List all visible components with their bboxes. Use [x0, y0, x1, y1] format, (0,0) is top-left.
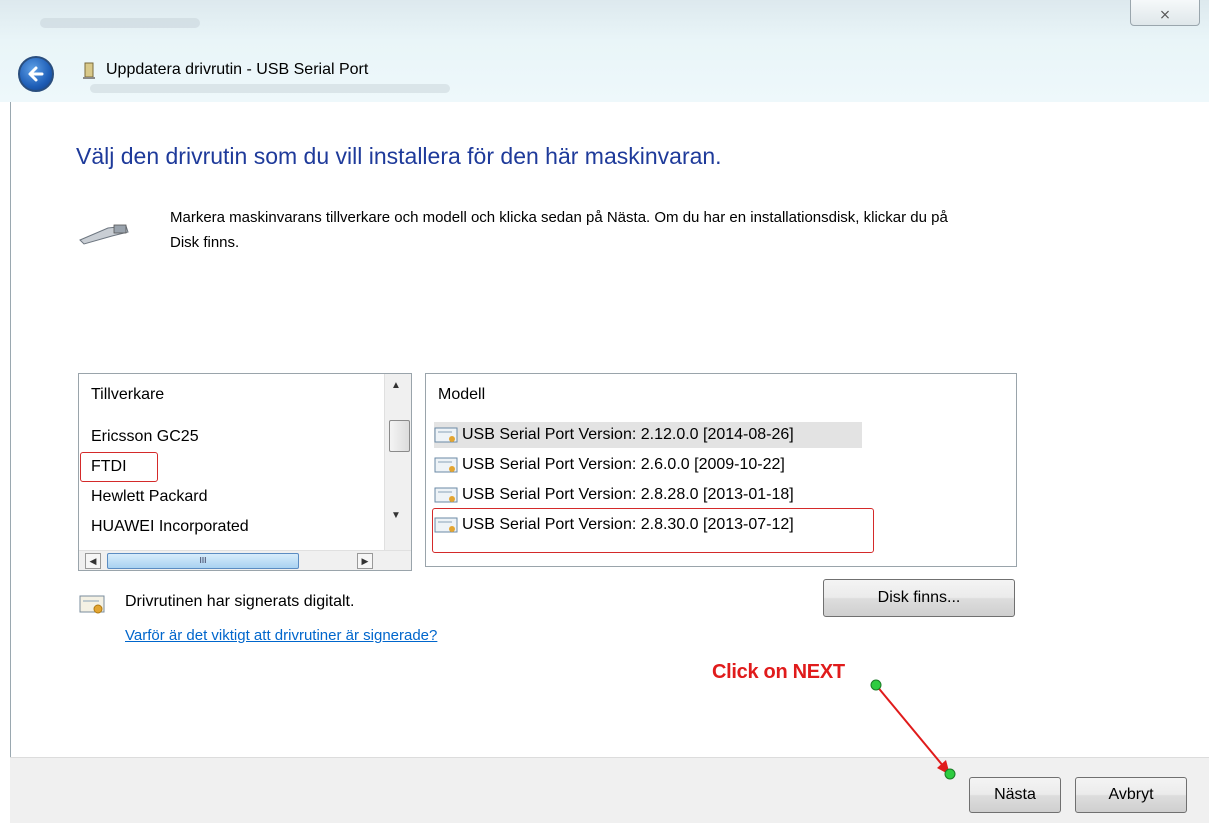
scroll-thumb[interactable]: [389, 420, 410, 452]
back-arrow-icon: [28, 66, 44, 82]
model-item[interactable]: USB Serial Port Version: 2.6.0.0 [2009-1…: [434, 452, 862, 478]
title-bar: [0, 0, 1209, 102]
scroll-right-icon[interactable]: ▶: [357, 553, 373, 569]
signed-status-text: Drivrutinen har signerats digitalt.: [125, 593, 355, 610]
certificate-icon: [434, 487, 458, 503]
vertical-scrollbar[interactable]: ▲ ▼: [384, 374, 411, 550]
close-icon: ⨯: [1159, 6, 1171, 22]
have-disk-button[interactable]: Disk finns...: [823, 579, 1015, 617]
device-icon: [83, 62, 95, 79]
scroll-down-icon[interactable]: ▼: [391, 510, 401, 521]
annotation-text: Click on NEXT: [712, 661, 845, 683]
next-button[interactable]: Nästa: [969, 777, 1061, 813]
close-button[interactable]: ⨯: [1130, 0, 1200, 26]
page-heading: Välj den drivrutin som du vill installer…: [76, 143, 722, 169]
back-button[interactable]: [18, 56, 54, 92]
model-header: Modell: [438, 386, 486, 403]
certificate-icon: [79, 595, 105, 614]
horizontal-scrollbar[interactable]: ◀ III ▶: [79, 550, 411, 570]
cable-icon: [79, 224, 129, 245]
scroll-up-icon[interactable]: ▲: [391, 380, 401, 391]
cancel-button[interactable]: Avbryt: [1075, 777, 1187, 813]
background-blur: [40, 18, 200, 28]
model-item[interactable]: USB Serial Port Version: 2.8.28.0 [2013-…: [434, 482, 862, 508]
highlight-ftdi: [80, 452, 158, 482]
highlight-model: [432, 508, 874, 553]
instruction-text: Markera maskinvarans tillverkare och mod…: [170, 209, 948, 251]
certificate-icon: [434, 457, 458, 473]
model-label: USB Serial Port Version: 2.12.0.0 [2014-…: [462, 426, 794, 443]
manufacturer-item[interactable]: HUAWEI Incorporated: [91, 518, 249, 536]
model-item[interactable]: USB Serial Port Version: 2.12.0.0 [2014-…: [434, 422, 862, 448]
background-blur: [90, 84, 450, 93]
scroll-left-icon[interactable]: ◀: [85, 553, 101, 569]
manufacturer-header: Tillverkare: [91, 386, 165, 403]
window-title: Uppdatera drivrutin - USB Serial Port: [106, 61, 369, 78]
manufacturer-item[interactable]: Hewlett Packard: [91, 488, 208, 506]
scroll-thumb[interactable]: III: [107, 553, 299, 569]
why-signed-link[interactable]: Varför är det viktigt att drivrutiner är…: [125, 627, 437, 644]
certificate-icon: [434, 427, 458, 443]
model-label: USB Serial Port Version: 2.8.28.0 [2013-…: [462, 486, 794, 503]
model-label: USB Serial Port Version: 2.6.0.0 [2009-1…: [462, 456, 785, 473]
manufacturer-item[interactable]: Ericsson GC25: [91, 428, 199, 446]
